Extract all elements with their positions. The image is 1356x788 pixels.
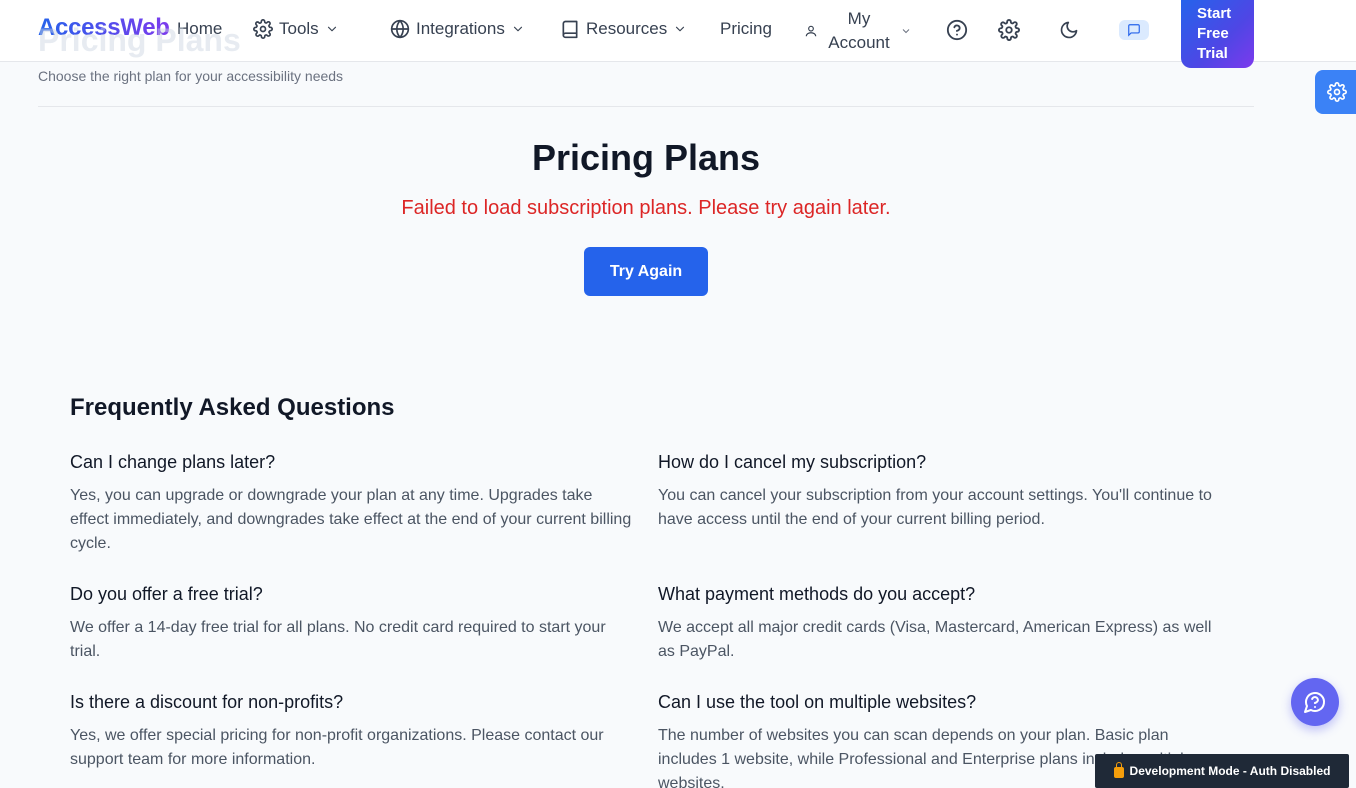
feedback-button[interactable] <box>1119 20 1149 40</box>
gear-icon <box>1327 82 1347 102</box>
lock-icon <box>1113 762 1124 778</box>
faq-item: Is there a discount for non-profits? Yes… <box>70 692 635 772</box>
nav-account[interactable]: My Account <box>804 7 912 55</box>
nav-account-label: My Account <box>828 9 890 52</box>
faq-title: Frequently Asked Questions <box>70 394 395 421</box>
nav-tools[interactable]: Tools <box>253 19 339 39</box>
page-title: Pricing Plans <box>531 137 761 178</box>
dark-mode-toggle[interactable] <box>1057 18 1081 42</box>
nav-home-label: Home <box>177 19 223 38</box>
faq-answer: Yes, you can upgrade or downgrade your p… <box>70 487 632 552</box>
nav-pricing[interactable]: Pricing <box>720 19 772 39</box>
top-navbar: AccessWeb Home Tools Integrations Resour… <box>0 0 1356 68</box>
faq-question: Can I use the tool on multiple websites? <box>658 692 977 712</box>
nav-pricing-label: Pricing <box>720 19 772 38</box>
help-circle-icon <box>946 19 968 41</box>
help-button[interactable] <box>945 18 969 42</box>
header-divider <box>38 106 1254 107</box>
chevron-down-icon <box>676 26 685 32</box>
start-free-trial-button[interactable]: Start Free Trial <box>1181 0 1254 68</box>
nav-resources[interactable]: Resources <box>560 19 687 39</box>
faq-answer: You can cancel your subscription from yo… <box>658 487 1212 528</box>
message-circle-question-icon <box>1304 692 1325 713</box>
faq-item: Do you offer a free trial? We offer a 14… <box>70 584 635 664</box>
gear-icon <box>253 19 273 39</box>
faq-question: How do I cancel my subscription? <box>658 452 927 472</box>
chevron-down-icon <box>513 26 522 32</box>
faq-item: How do I cancel my subscription? You can… <box>658 452 1223 532</box>
try-again-button[interactable]: Try Again <box>584 247 708 296</box>
chat-support-button[interactable] <box>1291 678 1339 726</box>
gear-icon <box>998 19 1020 41</box>
dev-mode-label: Development Mode - Auth Disabled <box>1129 764 1331 778</box>
error-message: Failed to load subscription plans. Pleas… <box>401 197 891 219</box>
settings-button[interactable] <box>997 18 1021 42</box>
faq-question: Can I change plans later? <box>70 452 276 472</box>
nav-resources-label: Resources <box>586 19 668 38</box>
accessibility-settings-tab[interactable] <box>1315 70 1356 114</box>
nav-home[interactable]: Home <box>177 19 222 39</box>
faq-item: Can I change plans later? Yes, you can u… <box>70 452 635 556</box>
globe-icon <box>390 19 410 39</box>
faq-question: What payment methods do you accept? <box>658 584 976 604</box>
page-subtitle: Choose the right plan for your accessibi… <box>38 68 344 84</box>
chevron-down-icon <box>327 26 336 32</box>
chevron-down-icon <box>902 29 910 34</box>
dev-mode-badge: Development Mode - Auth Disabled <box>1095 754 1349 788</box>
nav-integrations-label: Integrations <box>416 19 505 38</box>
faq-question: Is there a discount for non-profits? <box>70 692 344 712</box>
faq-answer: Yes, we offer special pricing for non-pr… <box>70 727 604 768</box>
faq-answer: We offer a 14-day free trial for all pla… <box>70 619 606 660</box>
book-icon <box>562 20 578 39</box>
nav-integrations[interactable]: Integrations <box>390 19 525 39</box>
message-square-icon <box>1128 24 1140 37</box>
faq-item: What payment methods do you accept? We a… <box>658 584 1223 664</box>
nav-tools-label: Tools <box>279 19 319 38</box>
faq-answer: We accept all major credit cards (Visa, … <box>658 619 1212 660</box>
faq-question: Do you offer a free trial? <box>70 584 263 604</box>
user-icon <box>805 25 817 37</box>
moon-icon <box>1060 21 1078 39</box>
brand-logo[interactable]: AccessWeb <box>38 14 170 42</box>
